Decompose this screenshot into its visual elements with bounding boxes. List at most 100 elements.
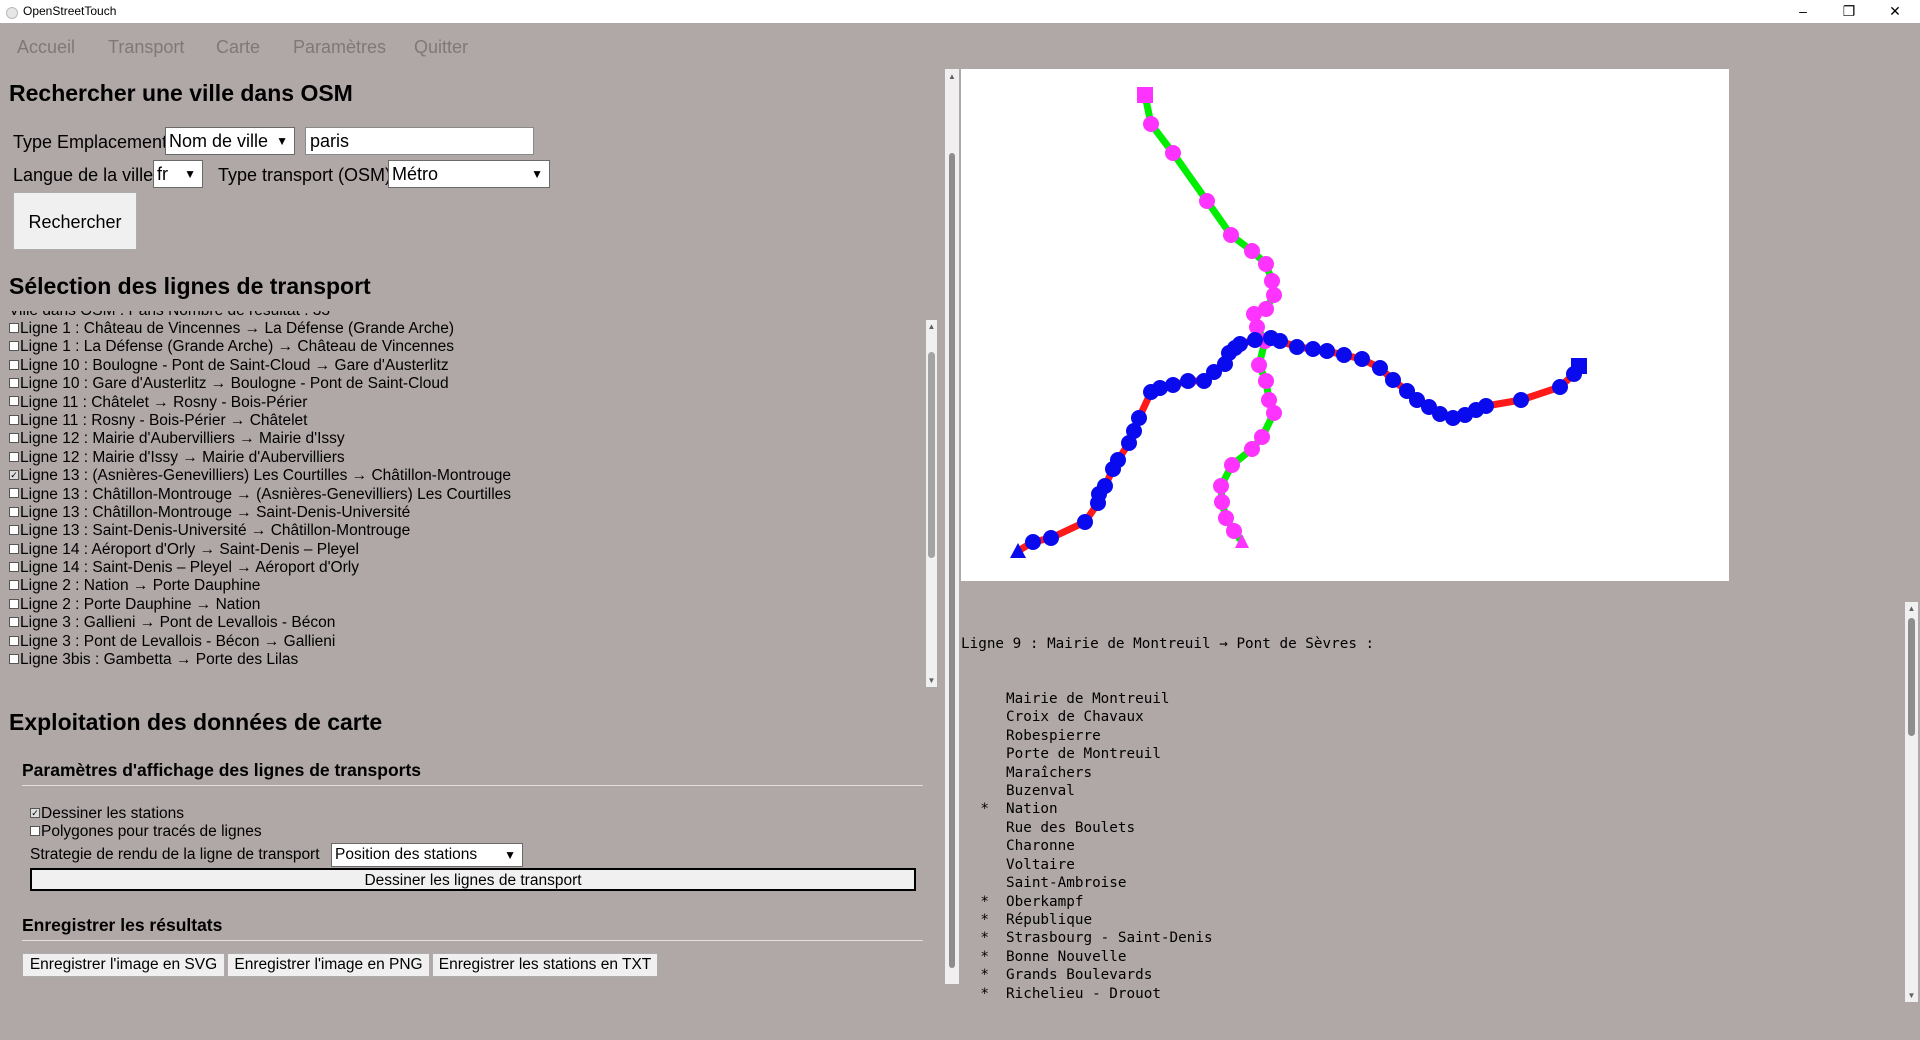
line-checkbox[interactable] <box>9 543 19 554</box>
marker-cell: * <box>961 893 1006 911</box>
line-13-start-station <box>1137 87 1153 103</box>
draw-stations-option[interactable]: ✓ Dessiner les stations <box>30 805 184 823</box>
line-option[interactable]: Ligne 14 : Saint-Denis – Pleyel → Aéropo… <box>9 559 927 577</box>
line-option[interactable]: Ligne 13 : Châtillon-Montrouge → (Asnièr… <box>9 486 927 504</box>
transport-type-select[interactable]: Métro ▼ <box>388 160 550 188</box>
line-9-station <box>1180 373 1196 389</box>
line-checkbox[interactable] <box>9 433 19 444</box>
line-9-station <box>1025 534 1041 550</box>
line-checkbox[interactable] <box>9 414 19 425</box>
scroll-thumb[interactable] <box>1908 618 1915 736</box>
line-option[interactable]: Ligne 12 : Mairie d'Issy → Mairie d'Aube… <box>9 449 927 467</box>
line-checkbox[interactable] <box>9 653 19 664</box>
line-checkbox[interactable] <box>9 561 19 572</box>
draw-stations-label: Dessiner les stations <box>41 805 185 822</box>
station-row: Croix de Chavaux <box>961 708 1901 726</box>
line-option[interactable]: Ligne 11 : Rosny - Bois-Périer → Châtele… <box>9 412 927 430</box>
menu-parametres[interactable]: Paramètres <box>293 37 386 58</box>
menu-carte[interactable]: Carte <box>216 37 260 58</box>
line-option[interactable]: Ligne 10 : Boulogne - Pont de Saint-Clou… <box>9 357 927 375</box>
save-svg-button[interactable]: Enregistrer l'image en SVG <box>22 953 225 977</box>
scroll-thumb[interactable] <box>949 153 955 968</box>
lines-scrollbar[interactable]: ▲ ▼ <box>926 320 937 687</box>
scroll-down-icon[interactable]: ▼ <box>926 676 937 685</box>
partial-result-clip: Ville dans OSM : Paris Nombre de résulta… <box>9 311 927 320</box>
strategy-select[interactable]: Position des stations ▼ <box>331 843 523 867</box>
line-9-station <box>1043 530 1059 546</box>
scroll-down-icon[interactable]: ▼ <box>1905 991 1918 1000</box>
menu-accueil[interactable]: Accueil <box>17 37 75 58</box>
line-checkbox[interactable] <box>9 617 19 628</box>
line-option[interactable]: Ligne 3bis : Gambetta → Porte des Lilas <box>9 651 927 669</box>
line-option[interactable]: ✓ Ligne 13 : (Asnières-Genevilliers) Les … <box>9 467 927 485</box>
marker-cell: * <box>961 985 1006 1002</box>
line-option[interactable]: Ligne 11 : Châtelet → Rosny - Bois-Périe… <box>9 394 927 412</box>
langue-select[interactable]: fr ▼ <box>153 160 203 188</box>
transport-map <box>1010 87 1587 558</box>
line-label: Ligne 11 : Châtelet → Rosny - Bois-Périe… <box>20 393 308 411</box>
line-checkbox[interactable] <box>9 488 19 499</box>
chevron-down-icon: ▼ <box>531 167 543 181</box>
marker-cell <box>961 782 1006 800</box>
line-option[interactable]: Ligne 13 : Saint-Denis-Université → Chât… <box>9 522 927 540</box>
station-row: Porte de Montreuil <box>961 745 1901 763</box>
line-checkbox[interactable] <box>9 506 19 517</box>
save-txt-button[interactable]: Enregistrer les stations en TXT <box>432 953 658 977</box>
line-option[interactable]: Ligne 12 : Mairie d'Aubervilliers → Mair… <box>9 430 927 448</box>
line-checkbox[interactable] <box>9 525 19 536</box>
line-option[interactable]: Ligne 14 : Aéroport d'Orly → Saint-Denis… <box>9 541 927 559</box>
scroll-thumb[interactable] <box>928 352 935 558</box>
line-checkbox[interactable] <box>9 598 19 609</box>
line-checkbox[interactable] <box>9 359 19 370</box>
draw-lines-button[interactable]: Dessiner les lignes de transport <box>30 868 916 891</box>
window-title: OpenStreetTouch <box>23 4 117 18</box>
main-scrollbar[interactable]: ▲ <box>945 69 959 984</box>
line-option[interactable]: Ligne 13 : Châtillon-Montrouge → Saint-D… <box>9 504 927 522</box>
stations-title: Ligne 9 : Mairie de Montreuil → Pont de … <box>961 635 1375 652</box>
minimize-button[interactable]: – <box>1780 0 1826 23</box>
line-checkbox[interactable] <box>9 396 19 407</box>
stations-scrollbar[interactable]: ▲ ▼ <box>1905 602 1918 1002</box>
close-button[interactable]: ✕ <box>1872 0 1918 23</box>
search-button[interactable]: Rechercher <box>13 192 137 250</box>
draw-stations-checkbox[interactable]: ✓ <box>30 807 40 818</box>
line-checkbox[interactable] <box>9 378 19 389</box>
station-name: Grands Boulevards <box>1006 967 1153 984</box>
line-option[interactable]: Ligne 1 : Château de Vincennes → La Défe… <box>9 320 927 338</box>
line-option[interactable]: Ligne 1 : La Défense (Grande Arche) → Ch… <box>9 338 927 356</box>
line-13-station <box>1258 373 1274 389</box>
type-emplacement-select[interactable]: Nom de ville ▼ <box>165 127 295 155</box>
line-option[interactable]: Ligne 10 : Gare d'Austerlitz → Boulogne … <box>9 375 927 393</box>
line-checkbox[interactable] <box>9 322 19 333</box>
line-checkbox[interactable] <box>9 341 19 352</box>
line-9-station <box>1272 333 1288 349</box>
menu-quitter[interactable]: Quitter <box>414 37 468 58</box>
app-icon <box>6 7 18 19</box>
line-13-station <box>1165 145 1181 161</box>
station-name: République <box>1006 911 1093 928</box>
scroll-up-icon[interactable]: ▲ <box>1905 604 1918 613</box>
line-label: Ligne 13 : (Asnières-Genevilliers) Les C… <box>20 467 512 485</box>
menu-transport[interactable]: Transport <box>108 37 184 58</box>
line-option[interactable]: Ligne 3 : Gallieni → Pont de Levallois -… <box>9 614 927 632</box>
line-checkbox[interactable]: ✓ <box>9 470 19 481</box>
polygons-option[interactable]: Polygones pour tracés de lignes <box>30 823 262 841</box>
line-checkbox[interactable] <box>9 451 19 462</box>
scroll-up-icon[interactable]: ▲ <box>926 322 937 331</box>
line-option[interactable]: Ligne 3 : Pont de Levallois - Bécon → Ga… <box>9 633 927 651</box>
line-checkbox[interactable] <box>9 635 19 646</box>
restore-button[interactable]: ❐ <box>1826 0 1872 23</box>
polygons-checkbox[interactable] <box>30 825 40 836</box>
save-heading: Enregistrer les résultats <box>22 915 223 935</box>
map-canvas[interactable] <box>961 69 1729 581</box>
connection-marker: * <box>980 967 989 984</box>
langue-value: fr <box>157 164 168 184</box>
city-input[interactable]: paris <box>305 127 534 155</box>
station-name: Robespierre <box>1006 727 1101 744</box>
line-option[interactable]: Ligne 2 : Nation → Porte Dauphine <box>9 577 927 595</box>
line-option[interactable]: Ligne 2 : Porte Dauphine → Nation <box>9 596 927 614</box>
line-checkbox[interactable] <box>9 580 19 591</box>
save-png-button[interactable]: Enregistrer l'image en PNG <box>227 953 430 977</box>
scroll-up-icon[interactable]: ▲ <box>945 72 959 81</box>
station-row: * République <box>961 911 1901 929</box>
